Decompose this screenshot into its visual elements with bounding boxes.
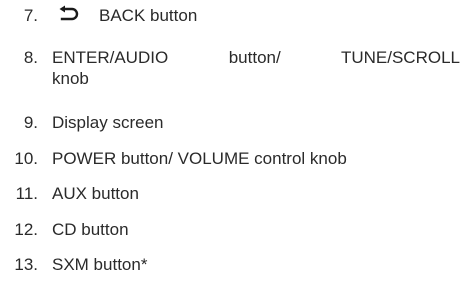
back-arrow-icon	[58, 5, 80, 23]
item-number: 8.	[23, 48, 38, 67]
item-label: AUX button	[52, 184, 139, 203]
document-list: 7. BACK button 8. ENTER/AUDIO button/ TU…	[0, 0, 470, 285]
item-number: 11.	[15, 184, 38, 203]
item-label-line2: knob	[52, 69, 89, 88]
item-label: CD button	[52, 220, 129, 239]
item-number: 10.	[14, 149, 38, 168]
item-number: 12.	[14, 220, 38, 239]
item-number: 13.	[14, 255, 38, 274]
item-number: 7.	[23, 6, 38, 25]
item-number: 9.	[23, 113, 38, 132]
item-label: SXM button*	[52, 255, 148, 274]
item-label-line1: ENTER/AUDIO button/ TUNE/SCROLL	[52, 48, 460, 67]
item-text: BACK button	[54, 5, 460, 27]
item-label: Display screen	[52, 113, 164, 132]
item-label: POWER button/ VOLUME control knob	[52, 149, 347, 168]
item-label: BACK button	[99, 6, 198, 25]
